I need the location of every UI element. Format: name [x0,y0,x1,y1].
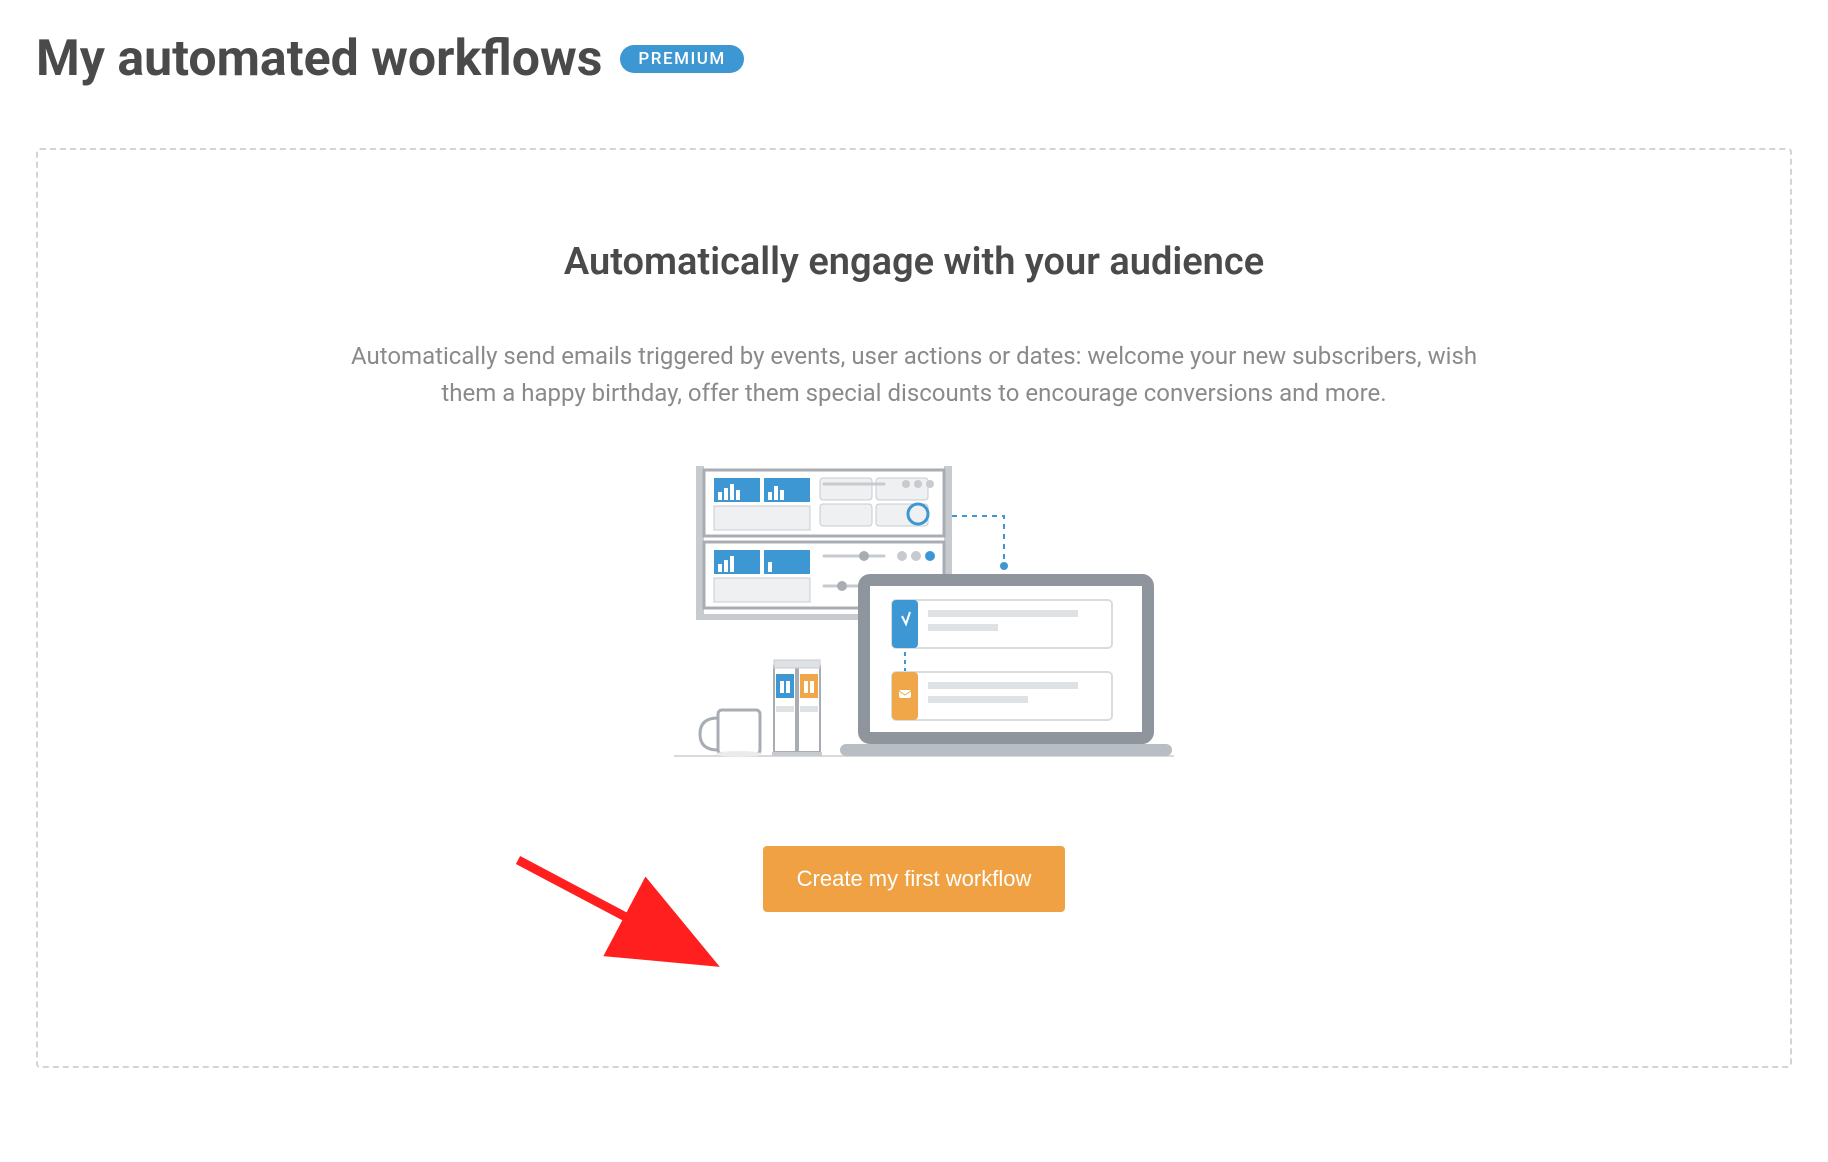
automation-illustration-svg [634,456,1194,776]
page-title: My automated workflows [36,30,602,88]
page-header: My automated workflows PREMIUM [36,30,1792,88]
empty-state-description: Automatically send emails triggered by e… [349,338,1479,412]
premium-badge: PREMIUM [620,45,743,73]
empty-state-panel: Automatically engage with your audience … [36,148,1792,1068]
annotation-arrow-icon [508,850,738,990]
automation-illustration [78,456,1750,776]
empty-state-heading: Automatically engage with your audience [78,240,1750,284]
create-workflow-button[interactable]: Create my first workflow [763,846,1066,912]
